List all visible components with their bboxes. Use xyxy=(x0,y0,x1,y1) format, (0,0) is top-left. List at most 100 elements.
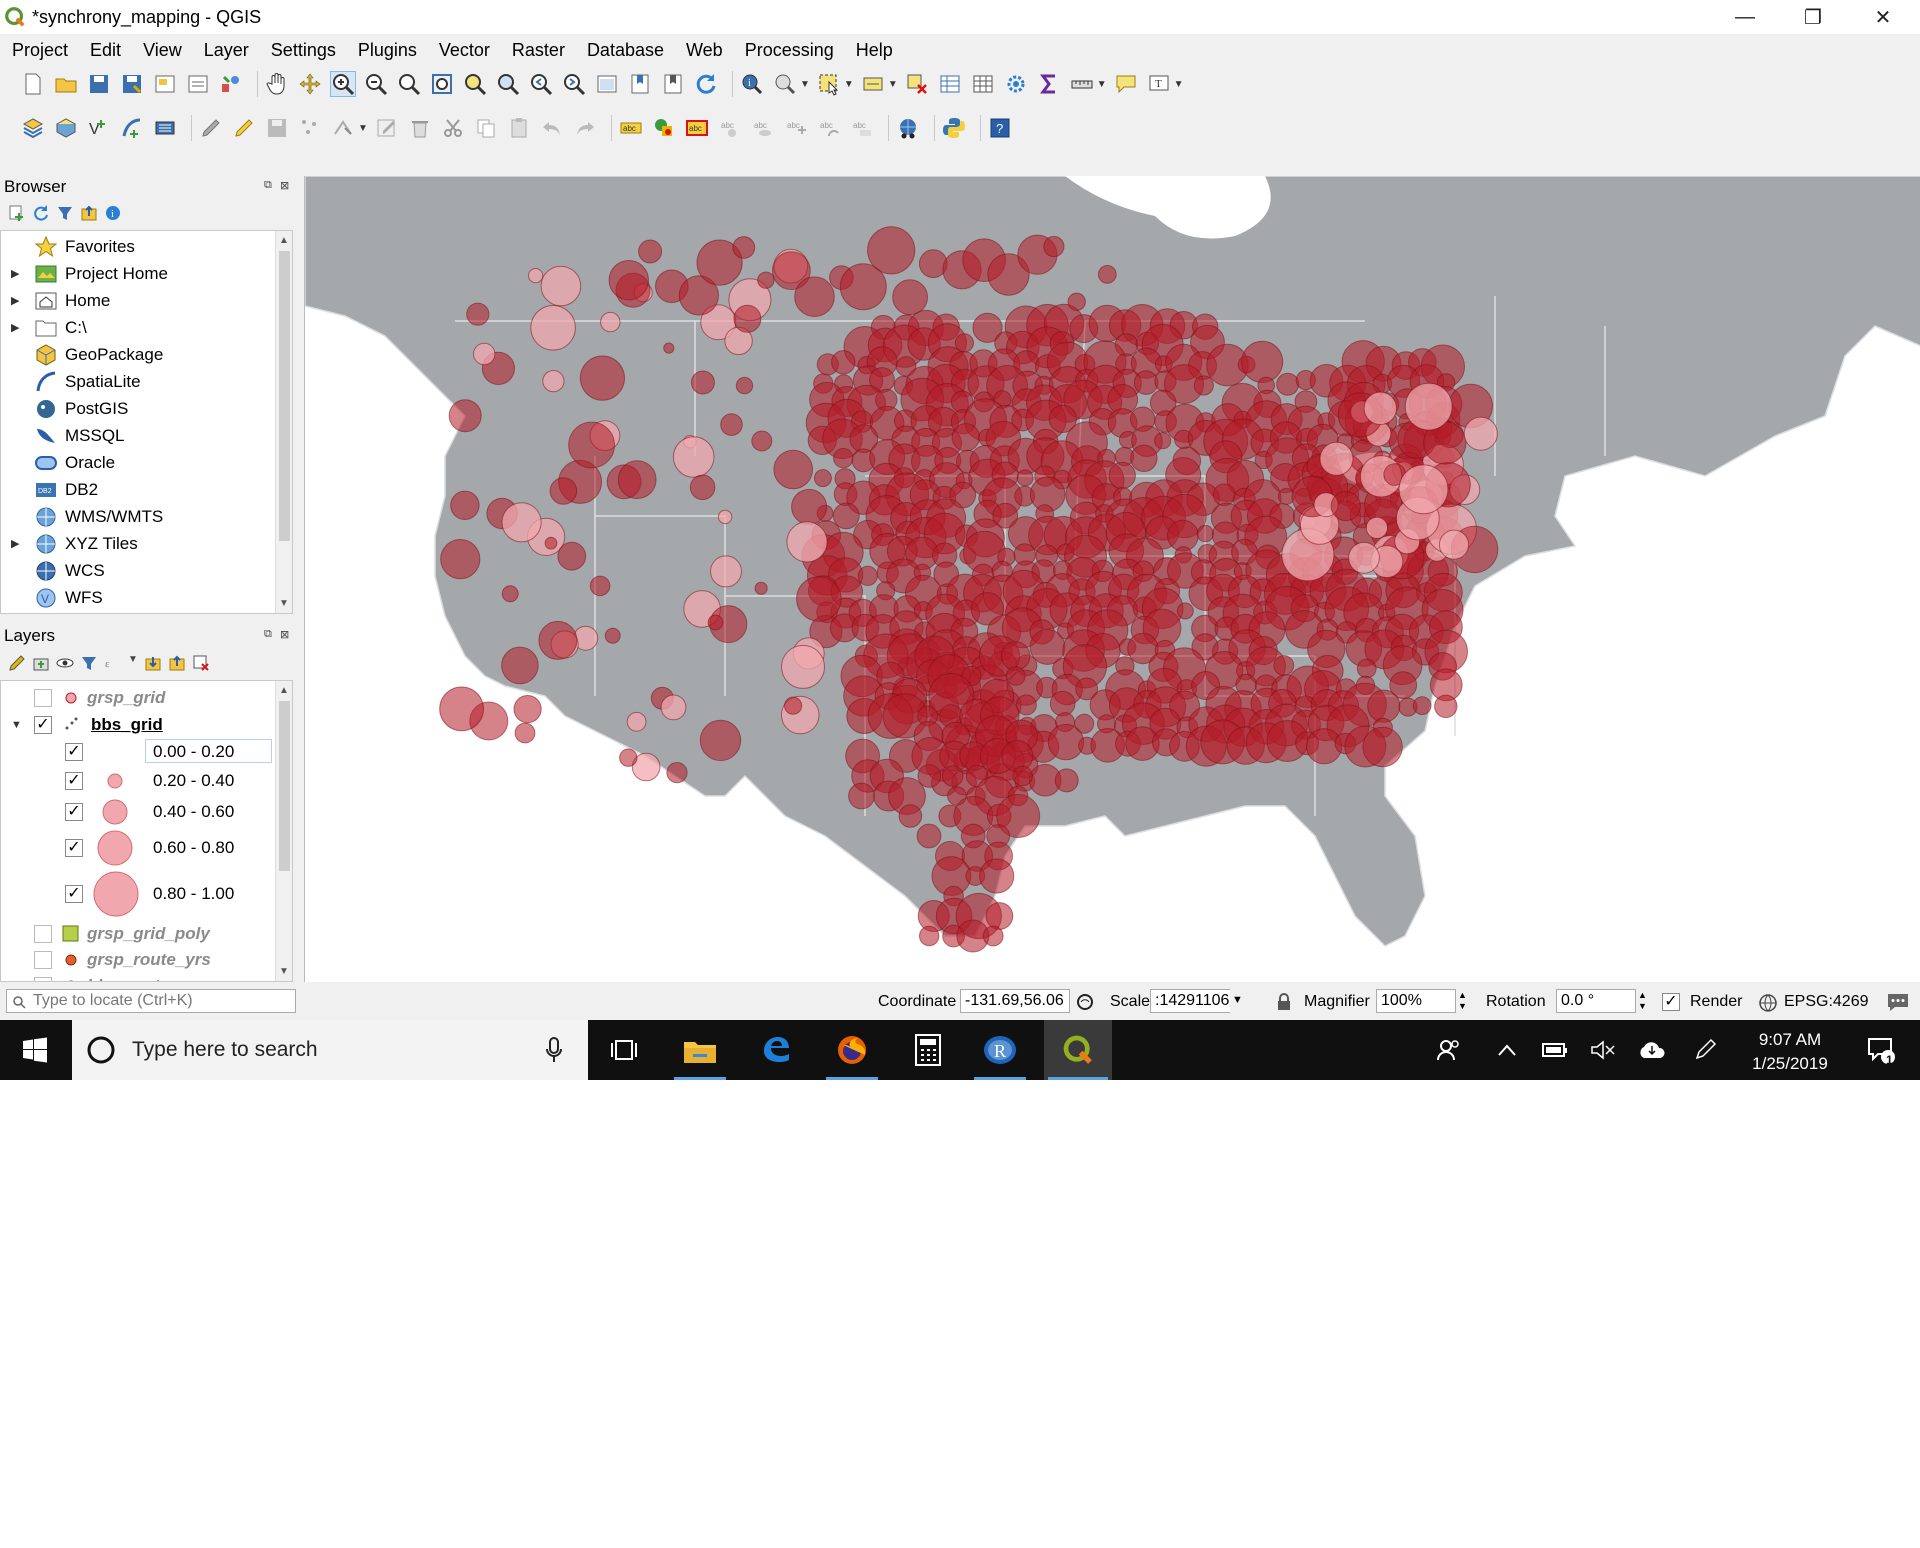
layer-row-grsp-grid-poly[interactable]: grsp_grid_poly xyxy=(1,921,276,947)
select-features-icon[interactable] xyxy=(816,71,842,97)
highlight-pinned-labels-icon[interactable]: abc xyxy=(684,115,710,141)
calculator-taskbar-button[interactable] xyxy=(898,1020,958,1080)
legend-class-checkbox[interactable]: ✓ xyxy=(65,839,83,857)
menu-plugins[interactable]: Plugins xyxy=(358,40,417,61)
actions-dropdown-icon[interactable]: ▼ xyxy=(800,79,810,90)
current-edits-icon[interactable] xyxy=(198,115,224,141)
zoom-in-icon[interactable] xyxy=(330,71,356,97)
people-button[interactable] xyxy=(1432,1020,1466,1080)
menu-database[interactable]: Database xyxy=(587,40,664,61)
browser-item-wms[interactable]: WMS/WMTS xyxy=(1,503,277,530)
expand-arrow-icon[interactable]: ▶ xyxy=(11,294,19,307)
file-explorer-taskbar-button[interactable] xyxy=(670,1020,730,1080)
manage-map-themes-icon[interactable] xyxy=(56,654,74,672)
zoom-native-icon[interactable] xyxy=(396,71,422,97)
statistical-summary-icon[interactable] xyxy=(1036,71,1062,97)
toggle-extents-icon[interactable] xyxy=(1074,991,1096,1013)
browser-item-geopackage[interactable]: GeoPackage xyxy=(1,341,277,368)
pan-icon[interactable] xyxy=(264,71,290,97)
browser-properties-icon[interactable]: i xyxy=(104,204,122,222)
layers-float-icon[interactable]: ⧉ xyxy=(264,628,272,641)
rotation-field[interactable]: 0.0 ° xyxy=(1556,989,1636,1013)
scrollbar-thumb[interactable] xyxy=(279,701,290,871)
zoom-to-selection-icon[interactable] xyxy=(462,71,488,97)
layers-close-icon[interactable]: ⊠ xyxy=(280,628,289,641)
expand-all-icon[interactable] xyxy=(144,654,162,672)
microphone-icon[interactable] xyxy=(546,1036,562,1064)
browser-item-postgis[interactable]: PostGIS xyxy=(1,395,277,422)
layer-visibility-checkbox[interactable] xyxy=(34,925,52,943)
layer-row-grsp-grid[interactable]: grsp_grid xyxy=(1,685,276,711)
lock-scale-icon[interactable] xyxy=(1276,993,1292,1011)
select-by-value-dropdown-icon[interactable]: ▼ xyxy=(888,79,898,90)
expand-arrow-icon[interactable]: ▶ xyxy=(11,321,19,334)
crs-globe-icon[interactable] xyxy=(1758,993,1778,1013)
new-shapefile-layer-icon[interactable]: V xyxy=(86,115,112,141)
close-button[interactable]: ✕ xyxy=(1848,0,1918,34)
restore-button[interactable]: ❐ xyxy=(1778,0,1848,34)
browser-item-project-home[interactable]: ▶ Project Home xyxy=(1,260,277,287)
battery-button[interactable] xyxy=(1538,1020,1572,1080)
edge-taskbar-button[interactable] xyxy=(746,1020,806,1080)
browser-refresh-icon[interactable] xyxy=(32,204,50,222)
legend-class-row[interactable]: ✓ 0.80 - 1.00 xyxy=(1,869,276,919)
menu-settings[interactable]: Settings xyxy=(271,40,336,61)
crs-label[interactable]: EPSG:4269 xyxy=(1784,993,1869,1011)
menu-layer[interactable]: Layer xyxy=(204,40,249,61)
style-manager-icon[interactable] xyxy=(218,71,244,97)
vertex-dropdown-icon[interactable]: ▼ xyxy=(358,123,368,134)
select-by-value-icon[interactable] xyxy=(860,71,886,97)
legend-class-checkbox[interactable]: ✓ xyxy=(65,772,83,790)
data-source-manager-icon[interactable] xyxy=(20,115,46,141)
refresh-icon[interactable] xyxy=(693,71,719,97)
new-print-layout-icon[interactable] xyxy=(152,71,178,97)
filter-by-expression-icon[interactable]: ε xyxy=(104,654,122,672)
taskbar-search-box[interactable]: Type here to search xyxy=(72,1020,588,1080)
legend-class-checkbox[interactable]: ✓ xyxy=(65,885,83,903)
show-hidden-icons-button[interactable] xyxy=(1492,1020,1522,1080)
new-bookmark-icon[interactable] xyxy=(627,71,653,97)
identify-features-icon[interactable]: i xyxy=(739,71,765,97)
paste-features-icon[interactable] xyxy=(506,115,532,141)
collapse-all-icon[interactable] xyxy=(80,204,98,222)
select-dropdown-icon[interactable]: ▼ xyxy=(844,79,854,90)
legend-class-row[interactable]: ✓ 0.20 - 0.40 xyxy=(1,767,276,795)
legend-class-row[interactable]: ✓ 0.00 - 0.20 xyxy=(1,739,276,765)
map-canvas[interactable] xyxy=(304,176,1920,982)
browser-item-spatialite[interactable]: SpatiaLite xyxy=(1,368,277,395)
scroll-up-icon[interactable]: ▲ xyxy=(279,235,289,246)
cut-features-icon[interactable] xyxy=(440,115,466,141)
browser-item-db2[interactable]: DB2 DB2 xyxy=(1,476,277,503)
undo-icon[interactable] xyxy=(539,115,565,141)
map-tips-icon[interactable] xyxy=(1113,71,1139,97)
python-console-icon[interactable] xyxy=(941,115,967,141)
new-map-view-icon[interactable] xyxy=(594,71,620,97)
browser-item-c-drive[interactable]: ▶ C:\ xyxy=(1,314,277,341)
legend-class-row[interactable]: ✓ 0.60 - 0.80 xyxy=(1,827,276,869)
scrollbar-thumb[interactable] xyxy=(279,251,290,541)
browser-item-wfs[interactable]: V WFS xyxy=(1,584,277,611)
browser-item-xyz-tiles[interactable]: ▶ XYZ Tiles xyxy=(1,530,277,557)
menu-project[interactable]: Project xyxy=(12,40,68,61)
change-label-icon[interactable]: abc xyxy=(849,115,875,141)
add-point-feature-icon[interactable] xyxy=(297,115,323,141)
browser-filter-icon[interactable] xyxy=(56,204,74,222)
menu-view[interactable]: View xyxy=(143,40,182,61)
actions-icon[interactable] xyxy=(772,71,798,97)
vertex-tool-icon[interactable] xyxy=(330,115,356,141)
pen-workspace-button[interactable] xyxy=(1688,1020,1722,1080)
expand-arrow-icon[interactable]: ▶ xyxy=(11,267,19,280)
menu-vector[interactable]: Vector xyxy=(439,40,490,61)
menu-processing[interactable]: Processing xyxy=(745,40,834,61)
menu-edit[interactable]: Edit xyxy=(90,40,121,61)
layer-visibility-checkbox[interactable]: ✓ xyxy=(34,716,52,734)
zoom-out-icon[interactable] xyxy=(363,71,389,97)
new-project-icon[interactable] xyxy=(20,71,46,97)
browser-scrollbar[interactable]: ▲ ▼ xyxy=(275,231,292,613)
rotation-spinner-icon[interactable]: ▲ ▼ xyxy=(1638,990,1647,1012)
plugin-geosearch-icon[interactable] xyxy=(895,115,921,141)
scroll-up-icon[interactable]: ▲ xyxy=(279,685,289,696)
delete-selected-icon[interactable] xyxy=(407,115,433,141)
annotation-dropdown-icon[interactable]: ▼ xyxy=(1174,79,1184,90)
layer-row-bbs-grid[interactable]: ▼ ✓ bbs_grid xyxy=(1,712,276,738)
